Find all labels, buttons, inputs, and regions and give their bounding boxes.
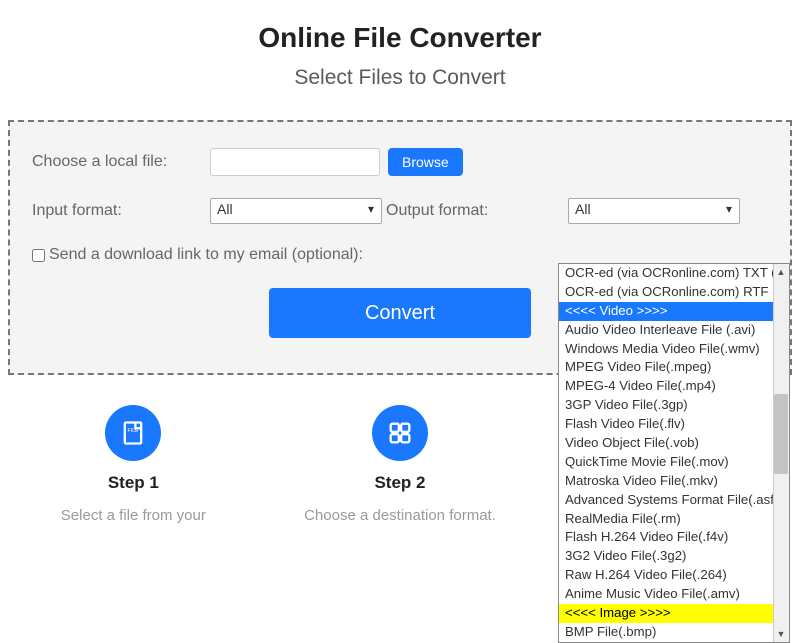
dropdown-option[interactable]: OCR-ed (via OCRonline.com) RTF (.rtf) (559, 283, 773, 302)
dropdown-option[interactable]: Flash H.264 Video File(.f4v) (559, 528, 773, 547)
svg-text:FILE: FILE (128, 428, 140, 434)
dropdown-option[interactable]: OCR-ed (via OCRonline.com) TXT (.txt) (559, 264, 773, 283)
convert-button[interactable]: Convert (269, 288, 531, 338)
file-icon: FILE (105, 405, 161, 461)
dropdown-option[interactable]: Matroska Video File(.mkv) (559, 472, 773, 491)
step-1-desc: Select a file from your (3, 507, 263, 524)
step-2-title: Step 2 (270, 473, 530, 493)
step-2-desc: Choose a destination format. (270, 507, 530, 524)
dropdown-option[interactable]: Advanced Systems Format File(.asf) (559, 491, 773, 510)
dropdown-option[interactable]: BMP File(.bmp) (559, 623, 773, 642)
grid-icon (372, 405, 428, 461)
dropdown-option[interactable]: QuickTime Movie File(.mov) (559, 453, 773, 472)
step-2: Step 2 Choose a destination format. (270, 405, 530, 524)
dropdown-option[interactable]: Video Object File(.vob) (559, 434, 773, 453)
file-path-input[interactable] (210, 148, 380, 176)
scroll-up-icon[interactable]: ▲ (773, 264, 789, 280)
input-format-select[interactable]: All (210, 198, 382, 224)
dropdown-option[interactable]: Flash Video File(.flv) (559, 415, 773, 434)
dropdown-option[interactable]: MPEG Video File(.mpeg) (559, 358, 773, 377)
format-row: Input format: All Output format: All (32, 198, 768, 224)
step-1-title: Step 1 (3, 473, 263, 493)
dropdown-option[interactable]: Windows Media Video File(.wmv) (559, 340, 773, 359)
dropdown-option[interactable]: Anime Music Video File(.amv) (559, 585, 773, 604)
scroll-down-icon[interactable]: ▼ (773, 626, 789, 642)
dropdown-option[interactable]: <<<< Video >>>> (559, 302, 773, 321)
output-format-dropdown[interactable]: OCR-ed (via OCRonline.com) TXT (.txt)OCR… (558, 263, 790, 643)
choose-file-label: Choose a local file: (32, 153, 210, 171)
page-title: Online File Converter (0, 22, 800, 54)
email-checkbox-label: Send a download link to my email (option… (49, 246, 363, 264)
dropdown-option[interactable]: 3GP Video File(.3gp) (559, 396, 773, 415)
file-row: Choose a local file: Browse (32, 148, 768, 176)
page-subtitle: Select Files to Convert (0, 66, 800, 90)
dropdown-scroll-thumb[interactable] (774, 394, 788, 474)
dropdown-scrollbar[interactable]: ▲ ▼ (773, 264, 789, 642)
step-1: FILE Step 1 Select a file from your (3, 405, 263, 524)
email-row: Send a download link to my email (option… (32, 246, 768, 264)
dropdown-option[interactable]: <<<< Image >>>> (559, 604, 773, 623)
dropdown-option[interactable]: RealMedia File(.rm) (559, 510, 773, 529)
input-format-label: Input format: (32, 202, 210, 220)
email-checkbox[interactable] (32, 249, 45, 262)
output-format-select[interactable]: All (568, 198, 740, 224)
output-format-label: Output format: (386, 202, 568, 220)
browse-button[interactable]: Browse (388, 148, 463, 176)
dropdown-option[interactable]: Raw H.264 Video File(.264) (559, 566, 773, 585)
dropdown-option[interactable]: 3G2 Video File(.3g2) (559, 547, 773, 566)
dropdown-option[interactable]: MPEG-4 Video File(.mp4) (559, 377, 773, 396)
dropdown-option[interactable]: Audio Video Interleave File (.avi) (559, 321, 773, 340)
